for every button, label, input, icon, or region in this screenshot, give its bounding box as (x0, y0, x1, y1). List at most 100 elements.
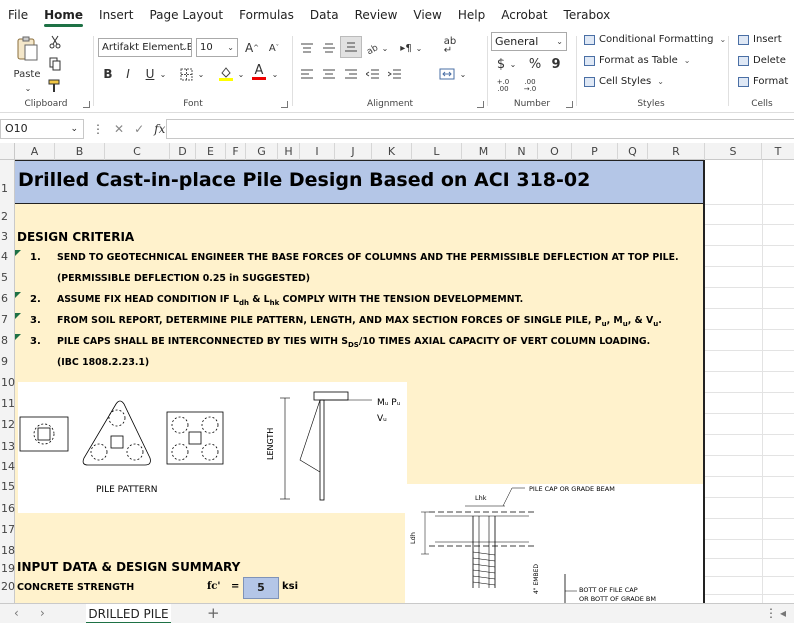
select-all-corner[interactable] (0, 143, 15, 160)
italic-button[interactable]: I (120, 64, 136, 84)
column-header[interactable]: T (762, 143, 794, 160)
column-header[interactable]: D (170, 143, 196, 160)
menu-page-layout[interactable]: Page Layout (141, 0, 231, 30)
row-header[interactable]: 15 (0, 480, 15, 493)
column-header[interactable]: O (538, 143, 572, 160)
currency-icon[interactable]: $ (493, 54, 509, 74)
font-name-combo[interactable]: Artifakt Element Bl ⌄ (98, 38, 192, 57)
fill-color-icon[interactable] (216, 64, 236, 84)
column-header[interactable]: B (55, 143, 105, 160)
orientation-dropdown-icon[interactable]: ⌄ (380, 38, 390, 58)
menu-view[interactable]: View (405, 0, 449, 30)
format-cells-button[interactable]: Format⌄ (738, 76, 794, 87)
row-header[interactable]: 7 (0, 313, 15, 326)
pile-pattern-figure[interactable]: PILE PATTERN LENGTH Mᵤ Pᵤ Vᵤ (18, 382, 407, 513)
column-header[interactable]: R (648, 143, 705, 160)
next-sheet-icon[interactable]: › (40, 606, 45, 620)
menu-terabox[interactable]: Terabox (556, 0, 619, 30)
more-options-icon[interactable]: ⋮ (765, 606, 777, 620)
row-header[interactable]: 17 (0, 523, 15, 536)
alignment-launcher-icon[interactable] (477, 101, 484, 108)
align-right-icon[interactable] (342, 64, 360, 84)
merge-dropdown-icon[interactable]: ⌄ (458, 64, 468, 84)
menu-help[interactable]: Help (450, 0, 493, 30)
column-header[interactable]: P (572, 143, 618, 160)
prev-sheet-icon[interactable]: ‹ (14, 606, 19, 620)
column-header[interactable]: I (300, 143, 335, 160)
row-header[interactable]: 19 (0, 562, 15, 575)
menu-formulas[interactable]: Formulas (231, 0, 302, 30)
enter-icon[interactable]: ✓ (134, 122, 144, 136)
rtl-icon[interactable]: ▸¶ (396, 38, 416, 58)
fill-dropdown-icon[interactable]: ⌄ (236, 64, 246, 84)
row-header[interactable]: 10 (0, 376, 15, 389)
row-header[interactable]: 14 (0, 460, 15, 473)
row-header[interactable]: 16 (0, 502, 15, 515)
formula-input[interactable] (166, 119, 794, 139)
cut-icon[interactable] (46, 32, 64, 52)
font-size-combo[interactable]: 10 ⌄ (196, 38, 238, 57)
conditional-formatting-button[interactable]: Conditional Formatting ⌄ (584, 34, 726, 45)
menu-review[interactable]: Review (347, 0, 406, 30)
decrease-indent-icon[interactable] (364, 64, 382, 84)
insert-function-icon[interactable]: fx (154, 122, 165, 136)
column-header[interactable]: J (335, 143, 372, 160)
increase-decimal-icon[interactable]: +.0 .00 (493, 76, 513, 96)
underline-button[interactable]: U (142, 64, 158, 84)
bold-button[interactable]: B (100, 64, 116, 84)
align-top-icon[interactable] (298, 38, 316, 58)
row-header[interactable]: 6 (0, 292, 15, 305)
row-header[interactable]: 9 (0, 355, 15, 368)
row-header[interactable]: 4 (0, 250, 15, 263)
copy-icon[interactable] (46, 54, 64, 74)
worksheet[interactable]: Drilled Cast-in-place Pile Design Based … (15, 160, 794, 603)
align-bottom-icon[interactable] (340, 36, 362, 58)
number-format-combo[interactable]: General ⌄ (491, 32, 567, 51)
column-header[interactable]: N (506, 143, 538, 160)
row-header[interactable]: 12 (0, 418, 15, 431)
menu-file[interactable]: File (0, 0, 36, 30)
row-header[interactable]: 20 (0, 580, 15, 593)
pile-cap-figure[interactable]: PILE CAP OR GRADE BEAM Lhk Ldh 4" EMBED … (405, 484, 703, 603)
underline-dropdown-icon[interactable]: ⌄ (158, 64, 168, 84)
row-header[interactable]: 1 (0, 182, 15, 195)
wrap-text-icon[interactable]: ab ↵ (440, 36, 460, 56)
row-header[interactable]: 18 (0, 544, 15, 557)
increase-indent-icon[interactable] (386, 64, 404, 84)
format-as-table-button[interactable]: Format as Table ⌄ (584, 55, 691, 66)
sheet-tab-drilled-pile[interactable]: DRILLED PILE (86, 604, 171, 623)
column-header[interactable]: C (105, 143, 170, 160)
menu-data[interactable]: Data (302, 0, 347, 30)
grow-font-button[interactable]: A ^ (242, 38, 262, 58)
borders-dropdown-icon[interactable]: ⌄ (196, 64, 206, 84)
decrease-decimal-icon[interactable]: .00 →.0 (519, 76, 541, 96)
percent-icon[interactable]: % (527, 54, 543, 74)
scroll-left-icon[interactable]: ◂ (780, 606, 786, 620)
row-header[interactable]: 3 (0, 230, 15, 243)
row-header[interactable]: 11 (0, 397, 15, 410)
clipboard-launcher-icon[interactable] (83, 101, 90, 108)
menu-acrobat[interactable]: Acrobat (493, 0, 555, 30)
menu-insert[interactable]: Insert (91, 0, 141, 30)
row-header[interactable]: 8 (0, 334, 15, 347)
column-header[interactable]: G (246, 143, 278, 160)
cell-styles-button[interactable]: Cell Styles ⌄ (584, 76, 664, 87)
font-color-button[interactable]: A (250, 62, 268, 82)
font-launcher-icon[interactable] (281, 101, 288, 108)
column-header[interactable]: E (196, 143, 226, 160)
menu-home[interactable]: Home (36, 0, 91, 30)
number-launcher-icon[interactable] (566, 101, 573, 108)
column-header[interactable]: M (462, 143, 506, 160)
name-box[interactable]: O10 ⌄ (0, 119, 84, 139)
delete-cells-button[interactable]: Delete (738, 55, 786, 66)
add-sheet-icon[interactable]: + (207, 604, 220, 623)
format-painter-icon[interactable] (46, 76, 64, 96)
merge-center-icon[interactable] (436, 64, 458, 84)
paste-dropdown-icon[interactable]: ⌄ (18, 78, 38, 98)
font-color-dropdown-icon[interactable]: ⌄ (270, 64, 280, 84)
column-header[interactable]: F (226, 143, 246, 160)
shrink-font-button[interactable]: Aˇ (264, 38, 284, 58)
insert-cells-button[interactable]: Insert (738, 34, 782, 45)
column-header[interactable]: Q (618, 143, 648, 160)
more-icon[interactable]: ⋮ (92, 122, 104, 136)
